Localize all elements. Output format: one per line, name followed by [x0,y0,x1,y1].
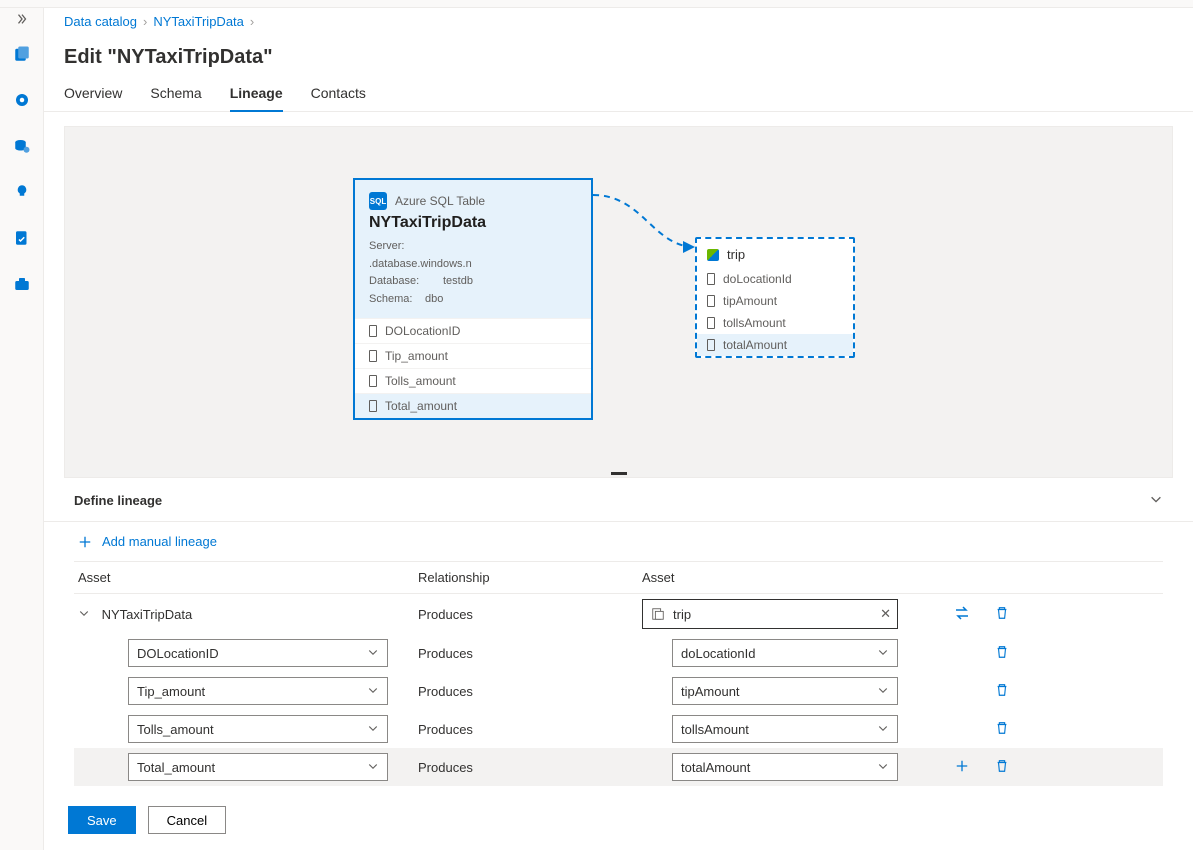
chevron-down-icon [877,760,889,775]
clear-icon[interactable]: ✕ [880,606,891,622]
delete-icon[interactable] [995,683,1009,697]
add-manual-lineage-button[interactable]: Add manual lineage [44,522,1193,561]
page-title: Edit "NYTaxiTripData" [44,34,1193,85]
chevron-down-icon [877,684,889,699]
expand-nav-icon[interactable] [0,10,43,28]
resize-handle-icon[interactable] [611,472,627,475]
sql-icon: SQL [369,192,387,210]
column-icon [707,295,715,307]
target-column-select[interactable]: tollsAmount [672,715,898,743]
chevron-down-icon [367,760,379,775]
source-column[interactable]: Tolls_amount [355,368,591,393]
nav-work-icon[interactable] [2,264,42,304]
chevron-down-icon[interactable] [78,607,92,619]
target-column-select[interactable]: doLocationId [672,639,898,667]
source-column-select[interactable]: Tip_amount [128,677,388,705]
chevron-down-icon [367,722,379,737]
source-type: Azure SQL Table [395,194,485,208]
source-column[interactable]: Total_amount [355,393,591,418]
delete-icon[interactable] [995,721,1009,735]
dataset-icon [707,249,719,261]
column-icon [369,375,377,387]
chevron-down-icon [367,646,379,661]
left-nav [0,8,44,850]
chevron-down-icon [367,684,379,699]
source-title: NYTaxiTripData [369,214,577,232]
target-asset-picker[interactable]: trip ✕ [642,599,898,629]
column-icon [369,325,377,337]
tab-schema[interactable]: Schema [150,85,201,111]
cancel-button[interactable]: Cancel [148,806,226,834]
lineage-mapping-row: Tip_amountProducestipAmount [74,672,1163,710]
tab-contacts[interactable]: Contacts [311,85,366,111]
nav-catalog-icon[interactable] [2,34,42,74]
target-node[interactable]: trip doLocationId tipAmount tollsAmount … [695,237,855,358]
add-icon[interactable] [955,759,969,773]
save-button[interactable]: Save [68,806,136,834]
chevron-down-icon [877,722,889,737]
grid-header: Asset Relationship Asset [74,561,1163,594]
column-icon [369,400,377,412]
nav-manage-icon[interactable] [2,126,42,166]
delete-icon[interactable] [995,759,1009,773]
source-column-select[interactable]: Total_amount [128,753,388,781]
source-column-select[interactable]: Tolls_amount [128,715,388,743]
nav-sources-icon[interactable] [2,80,42,120]
column-icon [369,350,377,362]
source-node[interactable]: SQL Azure SQL Table NYTaxiTripData Serve… [353,178,593,420]
target-column-select[interactable]: totalAmount [672,753,898,781]
tabs: Overview Schema Lineage Contacts [44,85,1193,112]
tab-lineage[interactable]: Lineage [230,85,283,111]
define-lineage-header[interactable]: Define lineage [44,478,1193,522]
source-column[interactable]: DOLocationID [355,318,591,343]
lineage-mapping-row: DOLocationIDProducesdoLocationId [74,634,1163,672]
lineage-canvas[interactable]: SQL Azure SQL Table NYTaxiTripData Serve… [64,126,1173,478]
chevron-down-icon [1149,492,1163,509]
lineage-mapping-row: Total_amountProducestotalAmount [74,748,1163,786]
column-icon [707,339,715,351]
breadcrumb: Data catalog › NYTaxiTripData › [44,8,1193,34]
plus-icon [78,535,92,549]
tab-overview[interactable]: Overview [64,85,122,111]
target-column-select[interactable]: tipAmount [672,677,898,705]
target-column[interactable]: totalAmount [697,334,853,356]
source-column-select[interactable]: DOLocationID [128,639,388,667]
swap-icon[interactable] [954,605,970,621]
lineage-parent-row: NYTaxiTripData Produces trip ✕ [74,594,1163,634]
breadcrumb-item[interactable]: NYTaxiTripData [153,14,244,29]
delete-icon[interactable] [995,606,1009,620]
source-column[interactable]: Tip_amount [355,343,591,368]
chevron-down-icon [877,646,889,661]
column-icon [707,317,715,329]
asset-icon [651,607,665,621]
chevron-right-icon: › [250,14,254,29]
target-column[interactable]: tollsAmount [697,312,853,334]
lineage-mapping-row: Tolls_amountProducestollsAmount [74,710,1163,748]
target-column[interactable]: tipAmount [697,290,853,312]
breadcrumb-root[interactable]: Data catalog [64,14,137,29]
delete-icon[interactable] [995,645,1009,659]
target-title: trip [727,247,745,262]
column-icon [707,273,715,285]
nav-insights-icon[interactable] [2,172,42,212]
nav-policy-icon[interactable] [2,218,42,258]
target-column[interactable]: doLocationId [697,268,853,290]
chevron-right-icon: › [143,14,147,29]
